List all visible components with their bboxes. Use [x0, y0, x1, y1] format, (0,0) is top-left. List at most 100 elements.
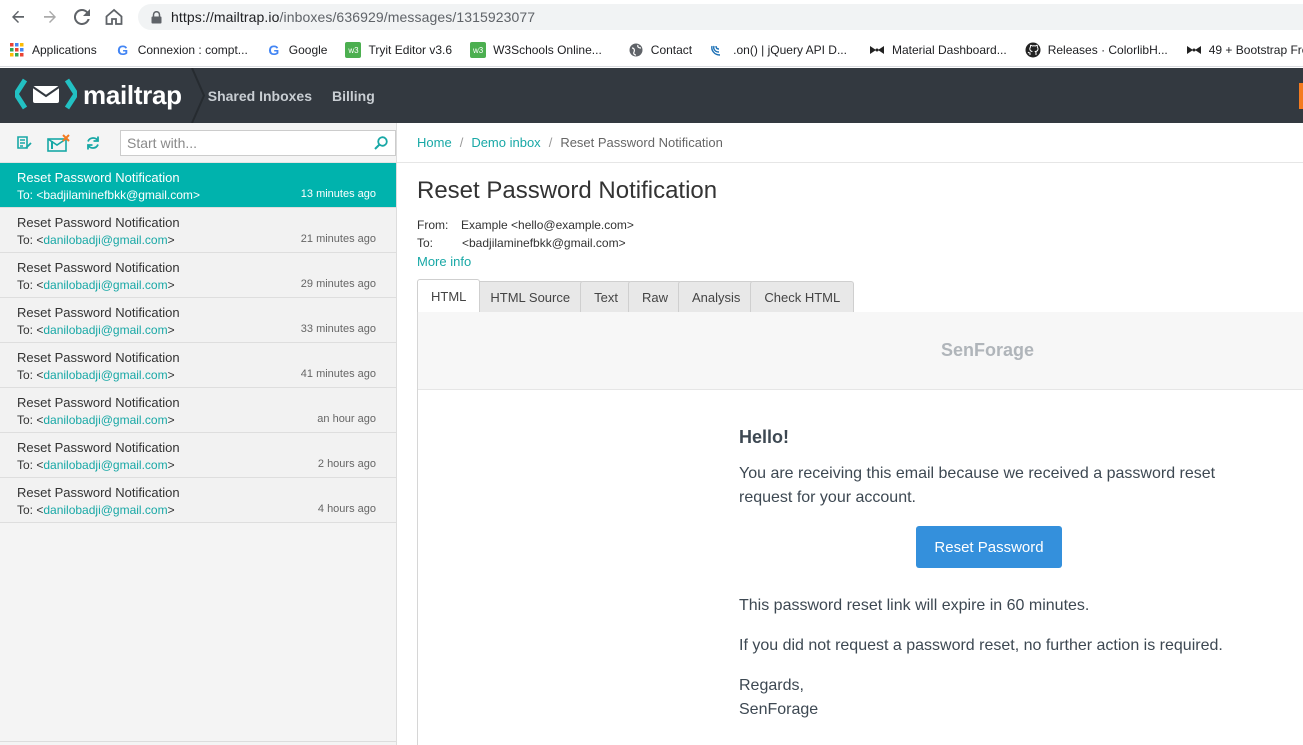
email-preview: SenForage Hello! You are receiving this … — [417, 312, 1303, 745]
bookmark-label: Applications — [32, 43, 97, 57]
url-text: https://mailtrap.io/inboxes/636929/messa… — [171, 9, 536, 25]
message-to: To: <badjilaminefbkk@gmail.com> — [417, 236, 626, 250]
bookmark-contact[interactable]: Contact — [619, 34, 701, 66]
sidebar-toolbar — [0, 123, 396, 163]
search-input[interactable] — [121, 130, 367, 155]
w3schools-icon: w3 — [470, 42, 487, 58]
message-time: an hour ago — [317, 413, 376, 425]
breadcrumb-current: Reset Password Notification — [560, 135, 723, 150]
bookmark-google[interactable]: G Google — [257, 34, 337, 66]
tab-check-html[interactable]: Check HTML — [750, 281, 855, 312]
bookmark-label: 49 + Bootstrap Free... — [1208, 43, 1303, 57]
nav-billing[interactable]: Billing — [332, 88, 375, 104]
breadcrumb-inbox[interactable]: Demo inbox — [471, 135, 540, 150]
apps-grid-icon — [9, 42, 25, 58]
email-brand[interactable]: SenForage — [941, 340, 1034, 361]
message-row[interactable]: Reset Password Notification To: <danilob… — [0, 478, 396, 523]
bookmark-connexion[interactable]: G Connexion : compt... — [106, 34, 257, 66]
more-info-link[interactable]: More info — [417, 254, 471, 269]
bookmark-releases[interactable]: Releases · ColorlibH... — [1016, 34, 1177, 66]
message-recipient: To: <danilobadji@gmail.com> — [17, 368, 175, 382]
message-recipient: To: <danilobadji@gmail.com> — [17, 413, 175, 427]
message-subject: Reset Password Notification — [17, 485, 180, 500]
lock-icon — [148, 10, 164, 24]
bookmark-label: W3Schools Online... — [493, 43, 602, 57]
message-time: 4 hours ago — [317, 503, 376, 515]
bookmark-label: Tryit Editor v3.6 — [368, 43, 453, 57]
reload-icon[interactable] — [66, 0, 98, 34]
message-row[interactable]: Reset Password Notification To: <danilob… — [0, 388, 396, 433]
globe-icon — [628, 42, 644, 58]
logo-text: mailtrap — [83, 80, 182, 110]
message-row[interactable]: Reset Password Notification To: <danilob… — [0, 343, 396, 388]
search-icon[interactable] — [367, 135, 395, 150]
tab-html-source[interactable]: HTML Source — [476, 281, 585, 312]
message-subject: Reset Password Notification — [17, 215, 180, 230]
message-list: Reset Password Notification To: <badjila… — [0, 163, 396, 523]
jquery-icon — [710, 42, 726, 58]
reset-password-button[interactable]: Reset Password — [916, 526, 1062, 568]
back-icon[interactable] — [2, 0, 34, 34]
mailtrap-logo[interactable]: mailtrap — [13, 68, 182, 123]
clear-inbox-icon[interactable] — [46, 131, 71, 155]
message-row[interactable]: Reset Password Notification To: <danilob… — [0, 433, 396, 478]
email-intro: You are receiving this email because we … — [739, 465, 1216, 506]
message-title: Reset Password Notification — [417, 177, 718, 204]
message-row[interactable]: Reset Password Notification To: <danilob… — [0, 253, 396, 298]
browser-toolbar: https://mailtrap.io/inboxes/636929/messa… — [0, 0, 1303, 34]
email-body: Hello! You are receiving this email beca… — [739, 427, 1259, 722]
bookmark-material[interactable]: Material Dashboard... — [860, 34, 1016, 66]
message-subject: Reset Password Notification — [17, 305, 180, 320]
message-recipient: To: <danilobadji@gmail.com> — [17, 278, 175, 292]
bookmark-label: Releases · ColorlibH... — [1047, 43, 1168, 57]
breadcrumb: Home / Demo inbox / Reset Password Notif… — [397, 123, 1303, 163]
header-divider — [190, 67, 208, 124]
message-recipient: To: <danilobadji@gmail.com> — [17, 503, 175, 517]
message-subject: Reset Password Notification — [17, 170, 180, 185]
forward-icon[interactable] — [34, 0, 66, 34]
tab-analysis[interactable]: Analysis — [677, 281, 755, 312]
bookmark-tryit[interactable]: w3 Tryit Editor v3.6 — [336, 34, 461, 66]
message-time: 41 minutes ago — [300, 368, 376, 380]
breadcrumb-home[interactable]: Home — [417, 135, 452, 150]
bookmark-applications[interactable]: Applications — [0, 34, 106, 66]
inbox-sidebar: Reset Password Notification To: <badjila… — [0, 123, 397, 745]
message-row[interactable]: Reset Password Notification To: <danilob… — [0, 298, 396, 343]
message-row-selected[interactable]: Reset Password Notification To: <badjila… — [0, 163, 396, 208]
email-signature: SenForage — [739, 701, 819, 718]
google-icon: G — [268, 42, 280, 58]
bookmarks-bar: Applications G Connexion : compt... G Go… — [0, 34, 1303, 67]
bookmark-bootstrap[interactable]: 49 + Bootstrap Free... — [1177, 34, 1303, 66]
home-icon[interactable] — [98, 0, 130, 34]
email-header: SenForage — [418, 312, 1303, 390]
bookmark-label: Contact — [650, 43, 693, 57]
bookmark-label: Google — [288, 43, 328, 57]
sidebar-scrollbar[interactable] — [0, 741, 396, 745]
github-icon — [1025, 42, 1041, 58]
bookmark-jquery[interactable]: .on() | jQuery API D... — [701, 34, 856, 66]
refresh-icon[interactable] — [83, 131, 105, 155]
message-subject: Reset Password Notification — [17, 440, 180, 455]
bookmark-label: Connexion : compt... — [137, 43, 248, 57]
message-time: 29 minutes ago — [300, 278, 376, 290]
tab-raw[interactable]: Raw — [627, 281, 682, 312]
email-greeting: Hello! — [739, 427, 790, 447]
header-orange-button[interactable] — [1299, 83, 1303, 109]
search-field — [120, 129, 396, 156]
bookmark-w3schools[interactable]: w3 W3Schools Online... — [461, 34, 611, 66]
message-row[interactable]: Reset Password Notification To: <danilob… — [0, 208, 396, 253]
google-icon: G — [117, 42, 129, 58]
address-bar[interactable]: https://mailtrap.io/inboxes/636929/messa… — [138, 4, 1303, 30]
tab-text[interactable]: Text — [580, 281, 632, 312]
reset-button-wrap: Reset Password — [739, 526, 1239, 568]
to-value: <badjilaminefbkk@gmail.com> — [462, 236, 626, 250]
mark-read-icon[interactable] — [13, 131, 35, 155]
message-time: 33 minutes ago — [300, 323, 376, 335]
nav-shared-inboxes[interactable]: Shared Inboxes — [208, 88, 312, 104]
tab-html[interactable]: HTML — [417, 279, 481, 312]
bowtie-icon — [1186, 42, 1202, 58]
message-recipient: To: <danilobadji@gmail.com> — [17, 233, 175, 247]
message-time: 2 hours ago — [317, 458, 376, 470]
message-time: 21 minutes ago — [300, 233, 376, 245]
message-subject: Reset Password Notification — [17, 395, 180, 410]
